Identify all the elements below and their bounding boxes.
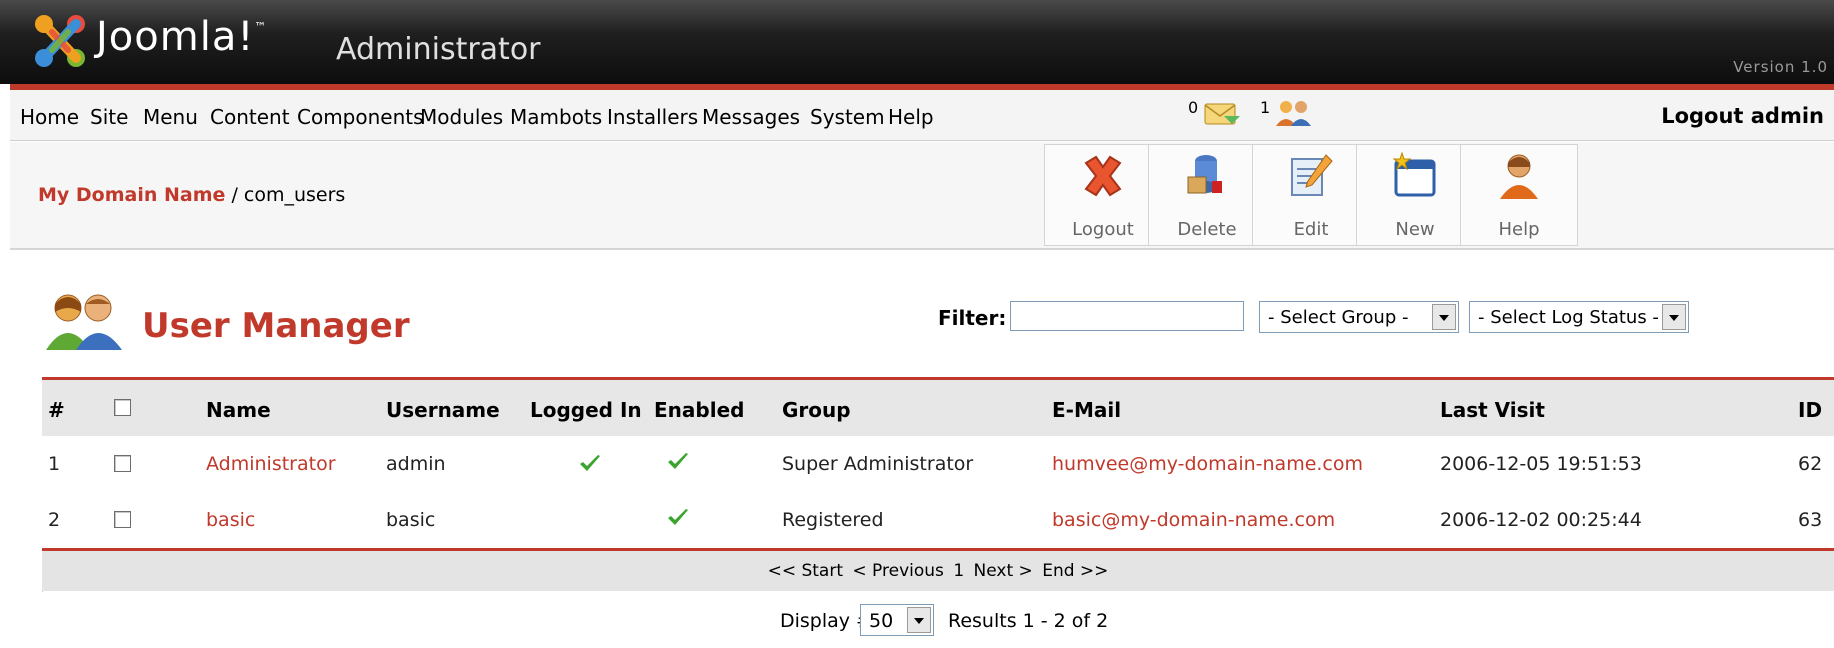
help-button[interactable]: Help <box>1460 144 1578 246</box>
pagination-next-link[interactable]: Next > <box>974 561 1033 581</box>
new-button[interactable]: New <box>1356 144 1474 246</box>
online-users-count: 1 <box>1260 98 1271 117</box>
menu-item-content[interactable]: Content <box>210 105 290 129</box>
menu-item-components[interactable]: Components <box>297 105 424 129</box>
user-email-link[interactable]: basic@my-domain-name.com <box>1052 509 1335 531</box>
column-header-group[interactable]: Group <box>782 398 851 422</box>
menu-item-system[interactable]: System <box>810 105 885 129</box>
menu-item-installers[interactable]: Installers <box>607 105 698 129</box>
user-name-link[interactable]: Administrator <box>206 453 336 475</box>
chevron-down-icon <box>1662 304 1686 330</box>
version-label: Version 1.0 <box>1733 58 1828 76</box>
menu-item-menu[interactable]: Menu <box>143 105 198 129</box>
column-header-logged-in[interactable]: Logged In <box>530 398 642 422</box>
display-bar: Display # 50 Results 1 - 2 of 2 <box>42 592 1834 648</box>
table-header-row: # Name Username Logged In Enabled Group … <box>42 380 1834 437</box>
user-group: Registered <box>782 509 884 531</box>
chevron-down-icon <box>907 607 931 633</box>
logout-x-icon <box>1084 155 1122 197</box>
logout-button[interactable]: Logout <box>1044 144 1162 246</box>
delete-icon <box>1187 155 1222 194</box>
edit-button[interactable]: Edit <box>1252 144 1370 246</box>
user-last-visit: 2006-12-02 00:25:44 <box>1440 509 1642 531</box>
logout-button-label: Logout <box>1072 219 1134 240</box>
menu-item-messages[interactable]: Messages <box>702 105 800 129</box>
display-label: Display # <box>780 610 872 632</box>
user-username: admin <box>386 453 446 475</box>
toolbar-strip: My Domain Name / com_users Logout Delete… <box>10 142 1834 250</box>
column-header-enabled[interactable]: Enabled <box>654 398 744 422</box>
help-button-label: Help <box>1498 219 1540 240</box>
pagination-bar: << Start < Previous 1 Next > End >> <box>42 551 1834 591</box>
new-icon <box>1392 151 1436 197</box>
online-users-icon[interactable] <box>1274 98 1314 128</box>
column-header-id[interactable]: ID <box>1798 398 1822 422</box>
row-number: 2 <box>48 509 61 531</box>
breadcrumb-component: com_users <box>243 184 346 206</box>
enabled-check-icon[interactable] <box>666 452 690 472</box>
column-header-name[interactable]: Name <box>206 398 271 422</box>
admin-header: Joomla!™ Administrator Version 1.0 <box>0 0 1834 84</box>
messages-count: 0 <box>1188 98 1199 117</box>
row-checkbox[interactable] <box>114 511 131 528</box>
brand-subtitle: Administrator <box>336 32 541 67</box>
edit-icon <box>1291 154 1333 196</box>
column-header-username[interactable]: Username <box>386 398 500 422</box>
column-header-last-visit[interactable]: Last Visit <box>1440 398 1545 422</box>
log-status-select[interactable]: - Select Log Status - <box>1469 301 1689 333</box>
logged-in-check-icon <box>580 455 600 471</box>
pagination-previous-link[interactable]: < Previous <box>852 561 944 581</box>
pagination-start-link[interactable]: << Start <box>768 561 843 581</box>
delete-button[interactable]: Delete <box>1148 144 1266 246</box>
user-id: 63 <box>1798 509 1823 531</box>
menu-item-site[interactable]: Site <box>90 105 128 129</box>
row-checkbox[interactable] <box>114 455 131 472</box>
filter-label: Filter: <box>938 306 1007 330</box>
logout-admin-link[interactable]: Logout admin <box>1661 104 1824 128</box>
breadcrumb-site[interactable]: My Domain Name <box>38 184 225 206</box>
menu-item-home[interactable]: Home <box>20 105 79 129</box>
chevron-down-icon <box>1432 304 1456 330</box>
menu-item-help[interactable]: Help <box>888 105 934 129</box>
select-all-checkbox[interactable] <box>114 399 131 416</box>
group-select[interactable]: - Select Group - <box>1259 301 1459 333</box>
pagination-end-link[interactable]: End >> <box>1042 561 1108 581</box>
user-id: 62 <box>1798 453 1823 475</box>
user-manager-icon <box>46 294 122 350</box>
column-header-number: # <box>48 398 65 422</box>
user-name-link[interactable]: basic <box>206 509 255 531</box>
results-summary: Results 1 - 2 of 2 <box>948 610 1109 632</box>
user-last-visit: 2006-12-05 19:51:53 <box>1440 453 1642 475</box>
help-icon <box>1500 154 1538 199</box>
brand-name: Joomla!™ <box>96 14 268 60</box>
delete-button-label: Delete <box>1177 219 1237 240</box>
edit-button-label: Edit <box>1293 219 1329 240</box>
new-button-label: New <box>1395 219 1435 240</box>
log-status-select-value: - Select Log Status - <box>1478 307 1659 328</box>
group-select-value: - Select Group - <box>1268 307 1409 328</box>
page-title: User Manager <box>142 306 410 346</box>
row-number: 1 <box>48 453 61 475</box>
messages-envelope-icon[interactable] <box>1202 98 1242 128</box>
column-header-email[interactable]: E-Mail <box>1052 398 1121 422</box>
user-email-link[interactable]: humvee@my-domain-name.com <box>1052 453 1363 475</box>
breadcrumb-separator: / <box>225 184 244 206</box>
table-row: 1 Administrator admin Super Administrato… <box>42 436 1834 493</box>
filter-input[interactable] <box>1010 301 1244 331</box>
breadcrumb: My Domain Name / com_users <box>38 184 345 206</box>
display-count-select[interactable]: 50 <box>860 604 934 636</box>
menu-item-modules[interactable]: Modules <box>420 105 503 129</box>
menu-item-mambots[interactable]: Mambots <box>510 105 602 129</box>
enabled-check-icon[interactable] <box>666 508 690 528</box>
joomla-logo-icon <box>35 15 85 67</box>
pagination-current-page: 1 <box>953 561 965 581</box>
table-row: 2 basic basic Registered basic@my-domain… <box>42 492 1834 549</box>
display-count-value: 50 <box>869 610 894 632</box>
user-group: Super Administrator <box>782 453 974 475</box>
user-username: basic <box>386 509 436 531</box>
main-menu-bar: Home Site Menu Content Components Module… <box>10 90 1834 141</box>
